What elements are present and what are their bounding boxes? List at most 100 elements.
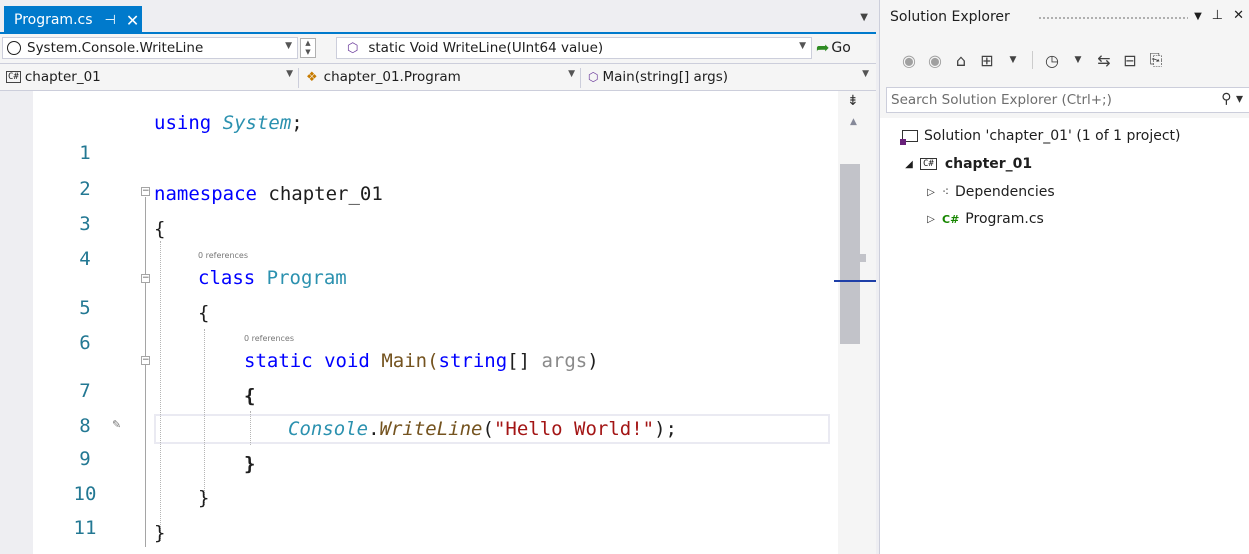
navigation-bar-bottom: C# chapter_01 ▼ ❖ chapter_01.Program ▼ ⬡… — [0, 64, 876, 91]
back-icon[interactable]: ◉ — [896, 51, 922, 70]
tree-item-label: Solution 'chapter_01' (1 of 1 project) — [924, 128, 1181, 144]
expanded-triangle-icon[interactable]: ◢ — [902, 159, 916, 170]
method-cube-icon: ⬡ — [347, 40, 359, 56]
drag-grip[interactable] — [1038, 16, 1188, 20]
line-number: 12 — [60, 548, 110, 554]
string-literal: "Hello World!" — [493, 418, 655, 440]
scrollbar-thumb[interactable] — [840, 164, 860, 344]
tab-title: Program.cs — [14, 12, 93, 28]
chevron-down-icon[interactable]: ▼ — [1000, 55, 1026, 65]
solution-search-input[interactable]: Search Solution Explorer (Ctrl+;) ⚲ ▾ — [886, 87, 1249, 113]
dependencies-icon: ⁖ — [942, 185, 950, 199]
class-references-codelens[interactable]: 0 references — [198, 251, 248, 260]
chevron-down-icon[interactable]: ▼ — [1065, 55, 1091, 65]
code-line-11: 11 } — [0, 483, 830, 539]
namespace-name: chapter_01 — [268, 183, 383, 205]
project-combo-value: chapter_01 — [24, 69, 101, 85]
tree-item-label: chapter_01 — [944, 156, 1033, 172]
method-name: Main( — [381, 350, 439, 372]
class-name: Program — [266, 267, 347, 289]
class-combo[interactable]: ❖ chapter_01.Program ▼ — [302, 66, 580, 88]
tree-item-dependencies[interactable]: ▷ ⁖ Dependencies — [924, 179, 1055, 205]
brace: } — [198, 487, 210, 509]
pin-icon[interactable]: ⊣ — [105, 13, 116, 28]
method-combo[interactable]: ⬡ Main(string[] args) ▼ — [584, 66, 874, 88]
divider — [1032, 51, 1033, 69]
scroll-up-icon[interactable]: ▲ — [850, 117, 857, 127]
auto-hide-pin-icon[interactable]: ⊥ — [1212, 8, 1223, 23]
forward-icon[interactable]: ◉ — [922, 51, 948, 70]
collapse-all-icon[interactable]: ⊟ — [1117, 51, 1143, 70]
array-brackets: [] — [507, 350, 542, 372]
tab-list-dropdown-icon[interactable]: ▼ — [860, 12, 868, 23]
brace: } — [244, 453, 256, 475]
caret-position-marker — [834, 280, 876, 282]
code-line-7: 7 static void Main(string[] args) — [0, 346, 830, 402]
home-icon[interactable]: ⌂ — [948, 51, 974, 70]
sync-with-document-icon[interactable]: ⇆ — [1091, 51, 1117, 70]
method-references-codelens[interactable]: 0 references — [244, 334, 294, 343]
tree-item-solution[interactable]: Solution 'chapter_01' (1 of 1 project) — [900, 123, 1181, 149]
dot: . — [368, 418, 380, 440]
type-name: Console — [288, 418, 369, 440]
search-icon[interactable]: ⚲ ▾ — [1221, 91, 1243, 107]
overload-combo[interactable]: ⬡ static Void WriteLine(UInt64 value) ▼ — [336, 37, 812, 59]
tree-item-program-cs[interactable]: ▷ C# Program.cs — [924, 206, 1044, 232]
split-window-icon[interactable]: ⇟ — [847, 93, 859, 109]
collapsed-triangle-icon[interactable]: ▷ — [924, 187, 938, 198]
code-line-12: 12 } — [0, 518, 830, 554]
parameter-name: args — [541, 350, 588, 372]
method-icon: ⬡ — [588, 70, 599, 84]
open-paren: ( — [482, 418, 494, 440]
globe-icon — [7, 41, 21, 55]
divider — [298, 68, 299, 88]
close-icon[interactable]: ✕ — [126, 11, 139, 30]
project-combo[interactable]: C# chapter_01 ▼ — [2, 66, 298, 88]
member-combo[interactable]: System.Console.WriteLine ▼ — [2, 37, 298, 59]
code-line-4: 4 { — [0, 214, 830, 270]
code-line-8: 8 { — [0, 381, 830, 437]
code-line-3: 3 namespace chapter_01 — [0, 179, 830, 235]
close-paren: ); — [654, 418, 677, 440]
solution-explorer-titlebar[interactable]: Solution Explorer ▼ ⊥ ✕ — [880, 0, 1249, 34]
tree-item-project[interactable]: ◢ C# chapter_01 — [902, 151, 1032, 177]
document-tab-strip: Program.cs ⊣ ✕ ▼ — [0, 0, 876, 34]
overload-spinner[interactable]: ▲ ▼ — [300, 38, 316, 58]
keyword: static — [244, 350, 313, 372]
code-line-9: 9 Console.WriteLine("Hello World!"); — [0, 414, 830, 470]
go-arrow-icon: ➦ — [816, 38, 830, 57]
member-combo-value: System.Console.WriteLine — [27, 40, 204, 56]
method-combo-value: Main(string[] args) — [602, 69, 729, 85]
csharp-project-icon: C# — [920, 158, 937, 170]
keyword: namespace — [154, 183, 257, 205]
window-position-dropdown-icon[interactable]: ▼ — [1194, 11, 1202, 23]
brace: { — [244, 385, 256, 407]
show-all-files-icon[interactable]: ⎘ — [1143, 50, 1169, 70]
editor-pane: Program.cs ⊣ ✕ ▼ System.Console.WriteLin… — [0, 0, 876, 554]
scrollbar-map-marker — [860, 254, 866, 262]
solution-explorer-panel: Solution Explorer ▼ ⊥ ✕ ◉ ◉ ⌂ ⊞ ▼ ◷ ▼ ⇆ … — [879, 0, 1249, 554]
close-paren: ) — [587, 350, 599, 372]
close-icon[interactable]: ✕ — [1233, 8, 1244, 23]
brace: { — [198, 302, 210, 324]
switch-views-icon[interactable]: ⊞ — [974, 51, 1000, 70]
code-line-10: 10 } — [0, 449, 830, 505]
chevron-down-icon: ▼ — [799, 41, 806, 51]
collapsed-triangle-icon[interactable]: ▷ — [924, 214, 938, 225]
tree-item-label: Dependencies — [955, 184, 1055, 200]
chevron-down-icon: ▼ — [286, 69, 293, 79]
tree-item-label: Program.cs — [965, 211, 1044, 227]
search-placeholder: Search Solution Explorer (Ctrl+;) — [891, 92, 1112, 108]
keyword: using — [154, 112, 212, 134]
solution-explorer-toolbar: ◉ ◉ ⌂ ⊞ ▼ ◷ ▼ ⇆ ⊟ ⎘ — [880, 34, 1249, 86]
keyword: void — [324, 350, 370, 372]
pending-changes-filter-icon[interactable]: ◷ — [1039, 51, 1065, 70]
csharp-project-icon: C# — [6, 71, 21, 83]
code-editor[interactable]: − − − 0 references 0 references 1 using … — [0, 91, 876, 554]
class-combo-value: chapter_01.Program — [323, 69, 461, 85]
go-button[interactable]: ➦ Go — [816, 38, 851, 57]
navigation-bar-top: System.Console.WriteLine ▼ ▲ ▼ ⬡ static V… — [0, 34, 876, 64]
tab-program-cs[interactable]: Program.cs ⊣ ✕ — [4, 6, 142, 34]
go-label: Go — [831, 39, 851, 56]
semicolon: ; — [291, 112, 303, 134]
